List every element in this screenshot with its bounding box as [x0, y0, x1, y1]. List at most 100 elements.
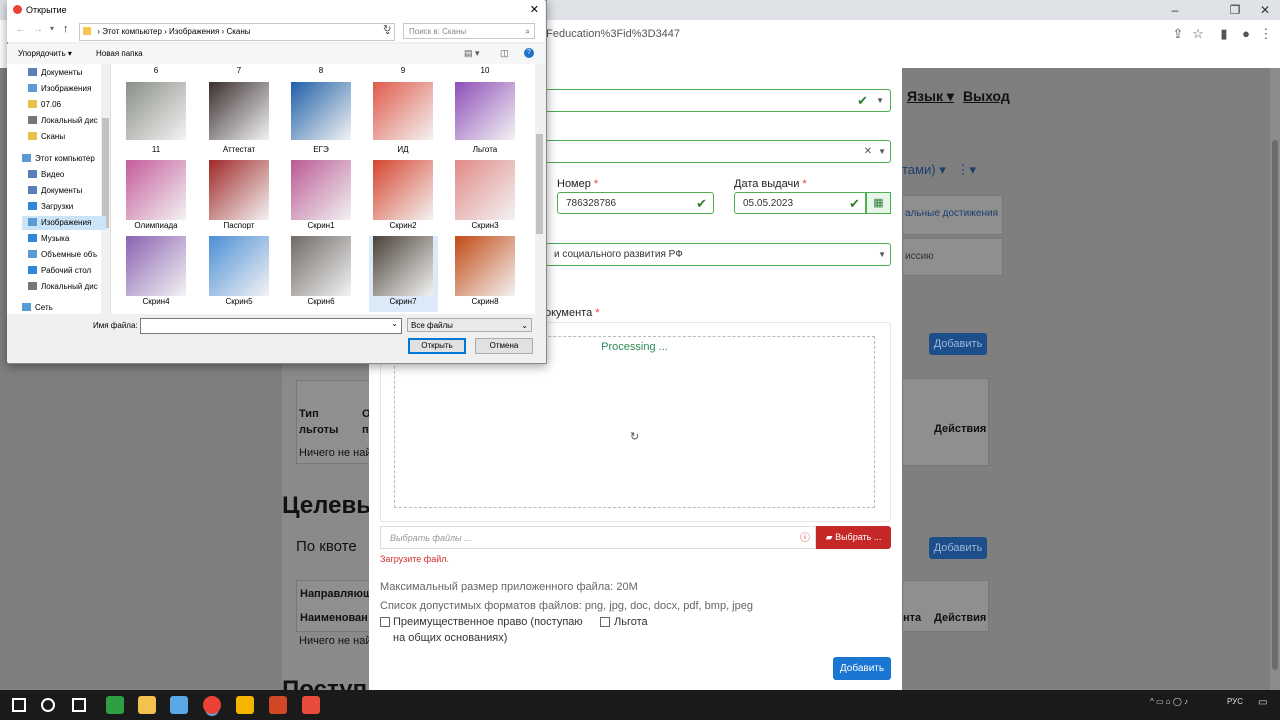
- clear-icon[interactable]: ✕: [864, 141, 872, 163]
- share-icon[interactable]: ⇪: [1170, 26, 1186, 42]
- side-button-achievements[interactable]: альные достижения: [902, 195, 1003, 235]
- nav-item[interactable]: Сеть: [22, 301, 53, 315]
- sidepanel-icon[interactable]: ▮: [1216, 26, 1232, 42]
- nav-item[interactable]: Изображения: [28, 82, 91, 96]
- nav-item[interactable]: Загрузки: [28, 200, 73, 214]
- file-item[interactable]: Льгота: [445, 82, 525, 156]
- windows-start-icon[interactable]: [12, 698, 26, 712]
- chrome-icon[interactable]: [203, 696, 221, 714]
- organize-button[interactable]: Упорядочить ▾: [18, 49, 72, 58]
- file-item[interactable]: Скрин4: [116, 236, 196, 308]
- app-blue-icon[interactable]: [170, 696, 188, 714]
- filetype-select[interactable]: Все файлы ⌄: [407, 318, 532, 332]
- file-item[interactable]: Скрин6: [281, 236, 361, 308]
- file-item[interactable]: Скрин3: [445, 160, 525, 232]
- file-item[interactable]: ИД: [363, 82, 443, 156]
- file-item[interactable]: Скрин1: [281, 160, 361, 232]
- select-organization-type[interactable]: ✕ ▼: [545, 140, 891, 163]
- dialog-search-input[interactable]: Поиск в: Сканы ⌕: [403, 23, 535, 39]
- up-arrow-icon[interactable]: ↑: [63, 23, 69, 35]
- nav-item[interactable]: Этот компьютер: [22, 152, 95, 166]
- view-options-icon[interactable]: ▤ ▾: [464, 48, 480, 59]
- task-view-icon[interactable]: [72, 698, 86, 712]
- notification-icon[interactable]: ▭: [1258, 697, 1267, 708]
- forward-arrow-icon[interactable]: →: [33, 24, 43, 35]
- benefit-checkbox[interactable]: [600, 617, 610, 627]
- file-label[interactable]: 10: [445, 66, 525, 75]
- breadcrumb-scans[interactable]: Сканы: [226, 27, 250, 36]
- breadcrumb-images[interactable]: Изображения: [169, 27, 219, 36]
- page-scrollbar-thumb[interactable]: [1272, 140, 1278, 670]
- bookmark-star-icon[interactable]: ☆: [1190, 26, 1206, 42]
- nav-item[interactable]: Локальный дис: [28, 280, 98, 294]
- nav-item[interactable]: Изображения: [22, 216, 106, 230]
- minimize-button[interactable]: –: [1160, 2, 1190, 18]
- priority-checkbox[interactable]: [380, 617, 390, 627]
- file-label[interactable]: 7: [199, 66, 279, 75]
- address-bar-url[interactable]: 2Feducation%3Fid%3D3447: [540, 25, 1160, 43]
- nav-item[interactable]: Музыка: [28, 232, 69, 246]
- app-green-icon[interactable]: [106, 696, 124, 714]
- filename-input[interactable]: ⌄: [140, 318, 402, 334]
- calendar-icon[interactable]: ▦: [866, 192, 891, 214]
- cancel-button[interactable]: Отмена: [475, 338, 533, 354]
- file-item[interactable]: 11: [116, 82, 196, 156]
- file-label[interactable]: 9: [363, 66, 443, 75]
- file-item[interactable]: Скрин7: [363, 236, 443, 308]
- breadcrumb-this-pc[interactable]: Этот компьютер: [102, 27, 162, 36]
- back-arrow-icon[interactable]: ←: [16, 24, 26, 35]
- dialog-address-bar[interactable]: › Этот компьютер › Изображения › Сканы ⌄: [79, 23, 395, 41]
- profile-icon[interactable]: ●: [1238, 26, 1254, 42]
- chevron-down-icon[interactable]: ⌄: [521, 319, 528, 333]
- tray-icons[interactable]: ^ ▭ ⌂ ◯ ♪: [1150, 697, 1188, 706]
- nav-item[interactable]: Документы: [28, 66, 82, 80]
- add-benefit-button[interactable]: Добавить: [929, 333, 987, 355]
- preview-pane-icon[interactable]: ◫: [500, 48, 509, 59]
- chevron-down-icon[interactable]: ▼: [878, 141, 886, 163]
- nav-item[interactable]: 07.06: [28, 98, 61, 112]
- file-item[interactable]: Скрин5: [199, 236, 279, 308]
- open-button[interactable]: Открыть: [408, 338, 466, 354]
- app-1c-icon[interactable]: [236, 696, 254, 714]
- chevron-down-icon[interactable]: ⌄: [391, 319, 398, 328]
- grid-scrollbar-thumb[interactable]: [536, 134, 543, 234]
- file-item[interactable]: Аттестат: [199, 82, 279, 156]
- help-icon[interactable]: ?: [524, 48, 534, 58]
- number-input[interactable]: 786328786 ✔: [557, 192, 714, 214]
- search-icon[interactable]: [41, 698, 55, 712]
- restore-button[interactable]: ❐: [1220, 2, 1250, 18]
- choose-file-button[interactable]: ▰ Выбрать ...: [816, 526, 891, 549]
- language-indicator[interactable]: РУС: [1227, 697, 1243, 706]
- close-window-button[interactable]: ✕: [1250, 2, 1280, 18]
- refresh-icon[interactable]: ↻: [383, 24, 391, 35]
- app-red-icon[interactable]: [302, 696, 320, 714]
- nav-item[interactable]: Локальный дис: [28, 114, 98, 128]
- file-caption-input[interactable]: Выбрать файлы ... ⓘ: [380, 526, 816, 549]
- file-item[interactable]: Скрин8: [445, 236, 525, 308]
- chevron-down-icon[interactable]: ▼: [878, 244, 886, 266]
- dialog-close-icon[interactable]: ✕: [530, 0, 539, 20]
- recent-chevron-icon[interactable]: ▾: [50, 24, 54, 33]
- nav-exit-link[interactable]: Выход: [963, 88, 1010, 104]
- add-quota-button[interactable]: Добавить: [929, 537, 987, 559]
- file-item[interactable]: Олимпиада: [116, 160, 196, 232]
- select-issuing-organization[interactable]: и социального развития РФ ▼: [545, 243, 891, 266]
- explorer-icon[interactable]: [138, 696, 156, 714]
- file-item[interactable]: ЕГЭ: [281, 82, 361, 156]
- nav-item[interactable]: Видео: [28, 168, 64, 182]
- nav-item[interactable]: Сканы: [28, 130, 65, 144]
- add-document-button[interactable]: Добавить: [833, 657, 891, 680]
- file-label[interactable]: 6: [116, 66, 196, 75]
- chevron-down-icon[interactable]: ▼: [876, 90, 884, 112]
- nav-item[interactable]: Объемные объ: [28, 248, 97, 262]
- nav-language-link[interactable]: Язык ▾: [907, 88, 954, 105]
- side-button-commission[interactable]: иссию: [902, 238, 1003, 276]
- select-document-type[interactable]: ✔ ▼: [545, 89, 891, 112]
- menu-icon[interactable]: ⋮: [1258, 26, 1274, 42]
- powerpoint-icon[interactable]: [269, 696, 287, 714]
- tab-partial[interactable]: тами) ▾ ⋮▾: [902, 162, 976, 178]
- issue-date-input[interactable]: 05.05.2023 ✔: [734, 192, 866, 214]
- file-item[interactable]: Паспорт: [199, 160, 279, 232]
- file-label[interactable]: 8: [281, 66, 361, 75]
- file-item[interactable]: Скрин2: [363, 160, 443, 232]
